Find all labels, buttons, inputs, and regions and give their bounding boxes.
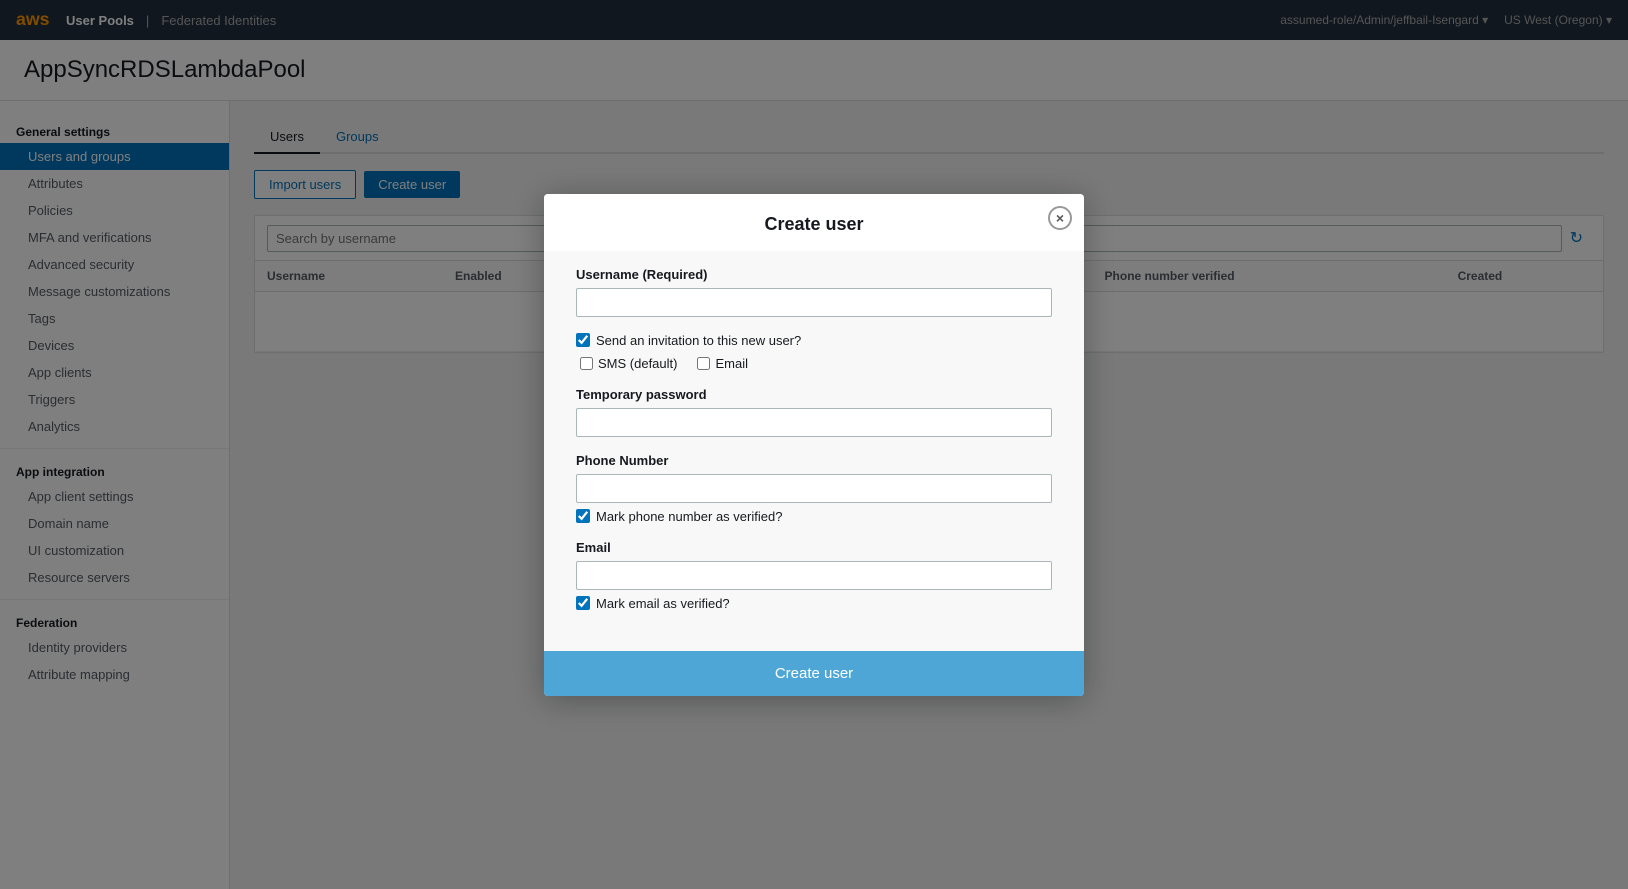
mark-email-verified-label: Mark email as verified? bbox=[596, 596, 730, 611]
mark-email-verified-row: Mark email as verified? bbox=[576, 596, 1052, 611]
phone-input[interactable] bbox=[576, 474, 1052, 503]
modal-footer: Create user bbox=[544, 651, 1084, 696]
email-field-group: Email Mark email as verified? bbox=[576, 540, 1052, 611]
sms-checkbox-item: SMS (default) bbox=[580, 356, 677, 371]
create-user-submit-button[interactable]: Create user bbox=[544, 651, 1084, 696]
modal-body: Username (Required) Send an invitation t… bbox=[544, 251, 1084, 651]
email-invitation-checkbox[interactable] bbox=[697, 357, 710, 370]
mark-phone-verified-label: Mark phone number as verified? bbox=[596, 509, 782, 524]
sms-label: SMS (default) bbox=[598, 356, 677, 371]
mark-phone-verified-checkbox[interactable] bbox=[576, 509, 590, 523]
email-invitation-label: Email bbox=[715, 356, 748, 371]
send-invitation-checkbox[interactable] bbox=[576, 333, 590, 347]
username-input[interactable] bbox=[576, 288, 1052, 317]
email-checkbox-item: Email bbox=[697, 356, 748, 371]
send-invitation-label: Send an invitation to this new user? bbox=[596, 333, 801, 348]
temp-password-label: Temporary password bbox=[576, 387, 1052, 402]
modal-header: Create user bbox=[544, 194, 1084, 251]
modal-title: Create user bbox=[568, 214, 1060, 235]
modal-overlay: Create user × Username (Required) Send a… bbox=[0, 0, 1628, 889]
temp-password-group: Temporary password bbox=[576, 387, 1052, 437]
sms-checkbox[interactable] bbox=[580, 357, 593, 370]
mark-phone-verified-row: Mark phone number as verified? bbox=[576, 509, 1052, 524]
username-field-group: Username (Required) bbox=[576, 267, 1052, 317]
username-label: Username (Required) bbox=[576, 267, 1052, 282]
send-invitation-row: Send an invitation to this new user? bbox=[576, 333, 1052, 348]
modal-close-button[interactable]: × bbox=[1048, 206, 1072, 230]
temp-password-input[interactable] bbox=[576, 408, 1052, 437]
invitation-type-row: SMS (default) Email bbox=[580, 356, 1052, 371]
mark-email-verified-checkbox[interactable] bbox=[576, 596, 590, 610]
send-invitation-group: Send an invitation to this new user? SMS… bbox=[576, 333, 1052, 371]
email-field-label: Email bbox=[576, 540, 1052, 555]
email-input[interactable] bbox=[576, 561, 1052, 590]
create-user-modal: Create user × Username (Required) Send a… bbox=[544, 194, 1084, 696]
phone-number-group: Phone Number Mark phone number as verifi… bbox=[576, 453, 1052, 524]
phone-label: Phone Number bbox=[576, 453, 1052, 468]
